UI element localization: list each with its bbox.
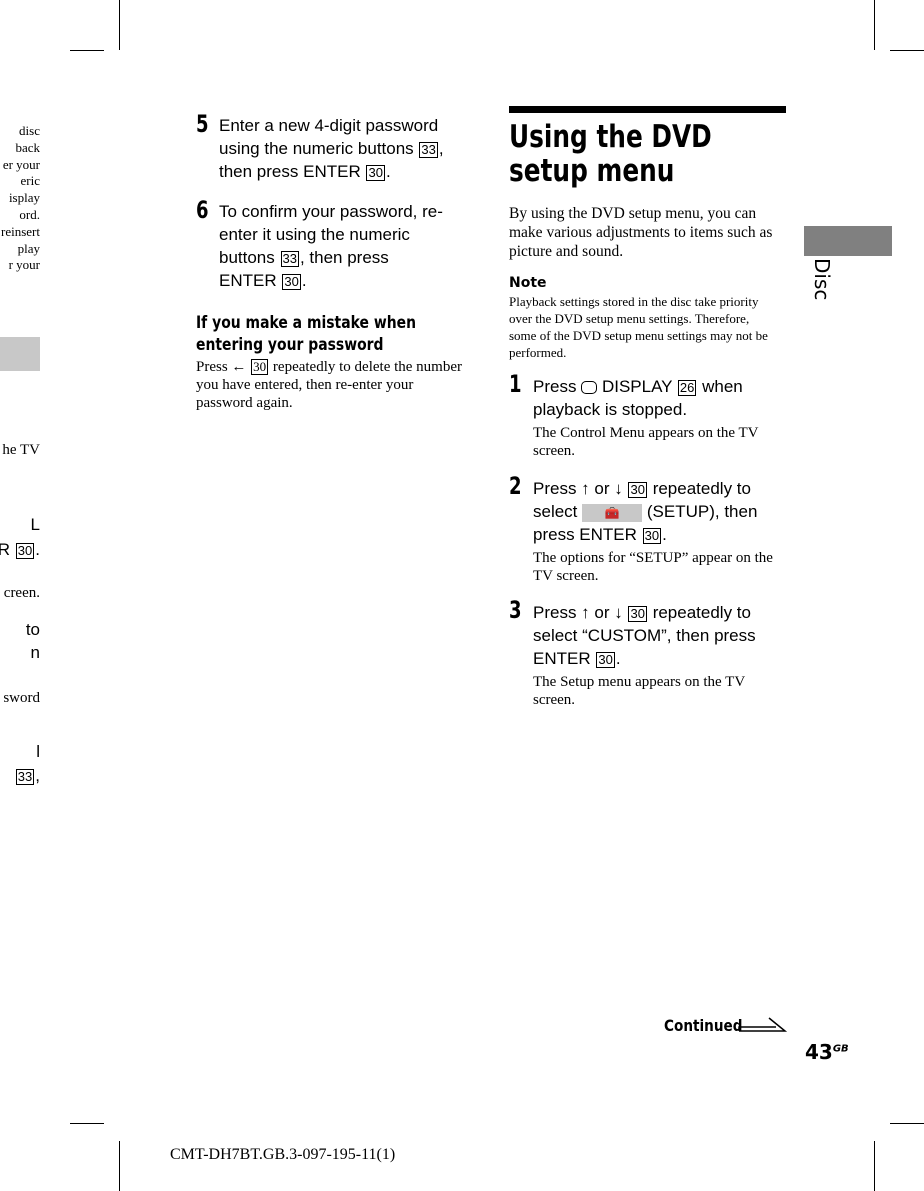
step-text: Enter a new 4-digit password using the n… bbox=[219, 116, 439, 158]
fragment: he TV bbox=[2, 442, 40, 458]
section-rule bbox=[509, 106, 786, 113]
step-number: 2 bbox=[509, 472, 522, 500]
fragment: to bbox=[25, 620, 40, 639]
fragment: creen. bbox=[3, 585, 40, 601]
mistake-text: Press ← 30 repeatedly to delete the numb… bbox=[196, 358, 466, 412]
punct: . bbox=[385, 162, 391, 181]
fragment: er your bbox=[2, 156, 40, 172]
page-number: 43GB bbox=[805, 1040, 849, 1064]
page-number-value: 43 bbox=[805, 1040, 833, 1064]
button-ref: 26 bbox=[677, 380, 697, 396]
text: DISPLAY bbox=[601, 377, 673, 396]
note-label: Note bbox=[509, 275, 547, 291]
toolbox-icon: 🧰 bbox=[582, 503, 643, 522]
left-page-fragment: disc back er your eric isplay ord. reins… bbox=[1, 123, 40, 274]
punct: . bbox=[662, 525, 667, 544]
text: Press ↑ or ↓ bbox=[533, 479, 623, 498]
step-6: To confirm your password, re-enter it us… bbox=[219, 200, 449, 292]
punct: . bbox=[615, 649, 621, 668]
fragment: l bbox=[36, 742, 40, 761]
button-ref: 33 bbox=[419, 142, 438, 158]
crop-mark bbox=[874, 1141, 875, 1191]
step-number: 3 bbox=[509, 596, 522, 624]
display-icon bbox=[581, 381, 598, 395]
fragment: disc bbox=[19, 123, 40, 138]
punct: . bbox=[301, 271, 307, 290]
fragment: ER 30. bbox=[0, 538, 40, 561]
button-ref: 30 bbox=[628, 482, 647, 498]
text: Press ↑ or ↓ bbox=[533, 603, 623, 622]
side-tab-fragment bbox=[0, 337, 40, 371]
button-ref: 30 bbox=[642, 528, 662, 544]
step-number: 1 bbox=[509, 370, 522, 398]
text: Press bbox=[196, 359, 228, 375]
note-text: Playback settings stored in the disc tak… bbox=[509, 294, 768, 360]
crop-mark bbox=[70, 50, 104, 51]
step-1: Press DISPLAY 26 when playback is stoppe… bbox=[533, 375, 783, 421]
step-description: The Setup menu appears on the TV screen. bbox=[533, 674, 745, 708]
side-tab bbox=[804, 226, 892, 256]
arrow-left-icon: ← bbox=[231, 359, 247, 375]
fragment: n bbox=[30, 643, 40, 662]
step-number: 6 bbox=[196, 196, 209, 224]
continued-arrow-icon bbox=[738, 1017, 788, 1032]
footer-code: CMT-DH7BT.GB.3-097-195-11(1) bbox=[170, 1146, 396, 1163]
step-description: The options for “SETUP” appear on the TV… bbox=[533, 550, 773, 584]
fragment: isplay bbox=[8, 190, 40, 206]
crop-mark bbox=[890, 50, 924, 51]
page-suffix: GB bbox=[832, 1043, 849, 1055]
step-number: 5 bbox=[196, 110, 209, 138]
button-ref: 30 bbox=[251, 359, 269, 375]
button-ref: 30 bbox=[15, 543, 35, 559]
fragment: 33, bbox=[15, 766, 40, 785]
button-ref: 30 bbox=[628, 606, 647, 622]
step-5: Enter a new 4-digit password using the n… bbox=[219, 114, 464, 183]
subheading: If you make a mistake when entering your… bbox=[196, 313, 417, 355]
button-ref: 33 bbox=[15, 769, 35, 785]
fragment: ord. bbox=[19, 206, 40, 222]
fragment: r your bbox=[8, 257, 40, 273]
crop-mark bbox=[119, 1141, 120, 1191]
fragment: L bbox=[30, 515, 40, 534]
crop-mark bbox=[119, 0, 120, 50]
section-title: Using the DVD setup menu bbox=[509, 119, 712, 189]
intro-text: By using the DVD setup menu, you can mak… bbox=[509, 205, 773, 260]
fragment: reinsert bbox=[1, 223, 40, 239]
continued-label: Continued bbox=[664, 1016, 743, 1035]
button-ref: 30 bbox=[366, 165, 385, 181]
step-3: Press ↑ or ↓ 30 repeatedly to select “CU… bbox=[533, 601, 778, 670]
fragment: back bbox=[15, 139, 40, 155]
step-description: The Control Menu appears on the TV scree… bbox=[533, 425, 759, 459]
button-ref: 33 bbox=[280, 251, 299, 267]
fragment: eric bbox=[20, 173, 40, 189]
fragment: sword bbox=[3, 690, 40, 706]
button-ref: 30 bbox=[282, 274, 301, 290]
button-ref: 30 bbox=[596, 652, 615, 668]
step-2: Press ↑ or ↓ 30 repeatedly to select 🧰 (… bbox=[533, 477, 783, 546]
crop-mark bbox=[890, 1123, 924, 1124]
fragment: play bbox=[17, 240, 40, 256]
crop-mark bbox=[70, 1123, 104, 1124]
fragment-text: ER bbox=[0, 540, 11, 559]
side-tab-label: Disc bbox=[810, 258, 834, 301]
text: Press bbox=[533, 377, 577, 396]
crop-mark bbox=[874, 0, 875, 50]
